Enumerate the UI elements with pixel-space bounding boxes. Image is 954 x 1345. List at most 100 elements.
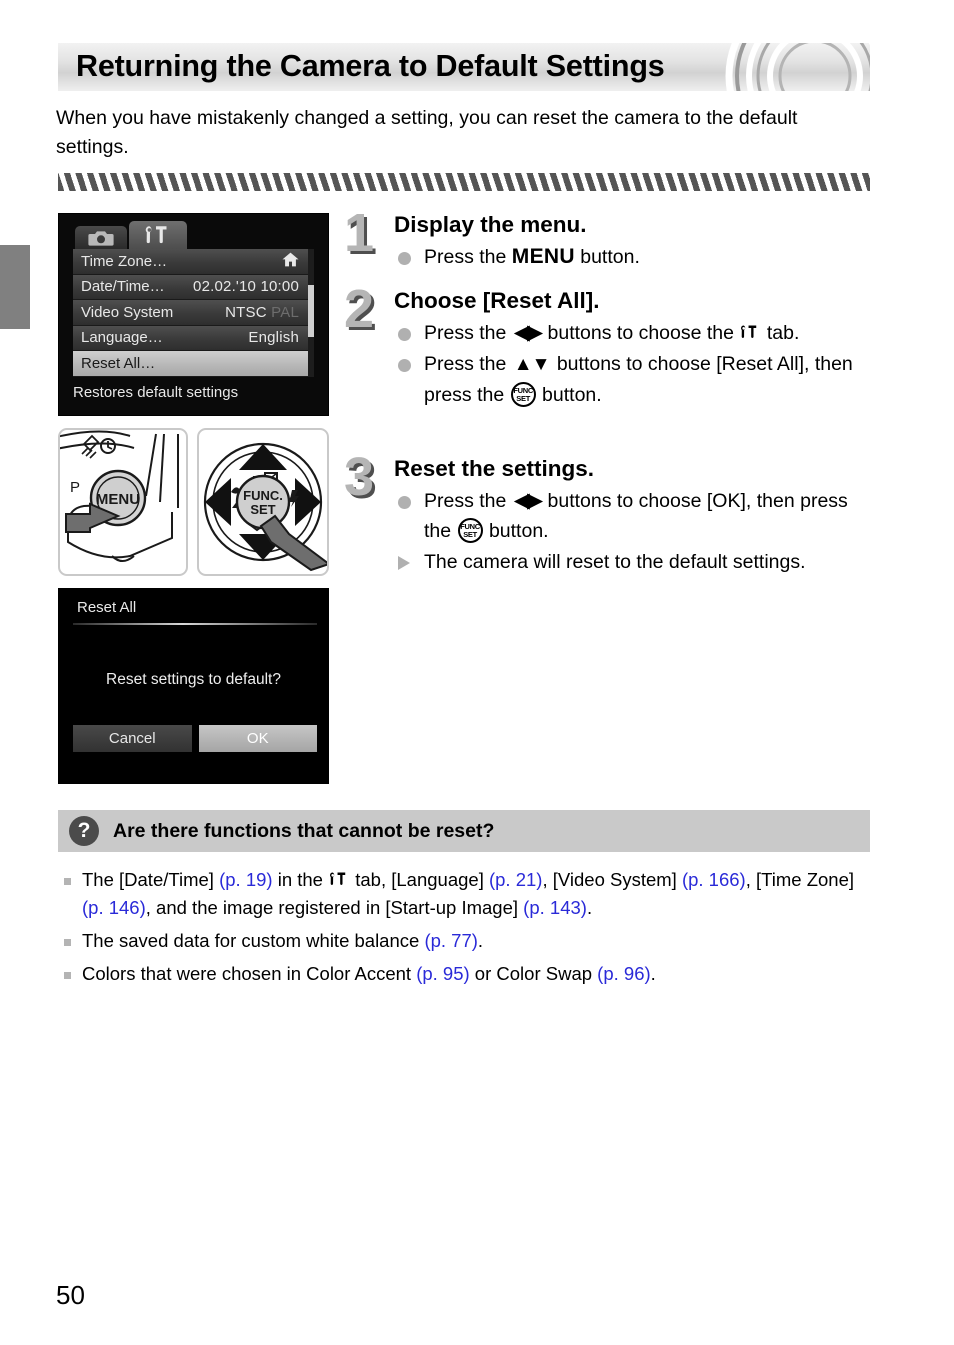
bullet-text-b: button. <box>574 246 640 268</box>
up-down-arrows-icon: ▲▼ <box>513 354 551 375</box>
bullet-text-c: button. <box>536 384 602 406</box>
hatched-divider <box>58 173 870 191</box>
bullet-text-a: Press the <box>424 490 512 512</box>
lcd-row-label: Reset All… <box>81 354 156 372</box>
page-reference-link[interactable]: (p. 96) <box>597 963 650 984</box>
step-number: 1 <box>344 203 375 263</box>
mode-label: P <box>70 479 80 496</box>
step-result: The camera will reset to the default set… <box>394 547 868 577</box>
lcd-row-language[interactable]: Language… English <box>73 325 311 351</box>
lcd-row-video-system[interactable]: Video System NTSC PAL <box>73 300 311 326</box>
bullet-text-a: Press the <box>424 322 512 344</box>
step-title: Display the menu. <box>394 212 587 237</box>
question-mark-icon: ? <box>69 816 99 846</box>
faq-text-a: The [Date/Time] <box>82 869 220 890</box>
page-reference-link[interactable]: (p. 146) <box>82 897 146 918</box>
lcd-menu-screenshot: Time Zone… Date/Time… 02.02.'10 10:00 Vi… <box>58 213 329 416</box>
up-arrow-icon <box>239 444 287 470</box>
intro-paragraph: When you have mistakenly changed a setti… <box>56 107 798 158</box>
faq-text-e: , [Time Zone] <box>745 869 855 890</box>
dialog-title: Reset All <box>77 599 137 616</box>
page-reference-link[interactable]: (p. 21) <box>489 869 542 890</box>
lcd-row-label: Date/Time… <box>81 278 165 296</box>
step-1: 1 Display the menu. Press the MENU butto… <box>344 203 868 272</box>
left-right-arrows-icon: ◀▶ <box>513 489 543 512</box>
bullet-text-b: buttons to choose the <box>542 322 740 344</box>
step-bullet: Press the MENU button. <box>394 242 868 272</box>
chapter-edge-tab <box>0 245 30 329</box>
faq-header-bar: ? Are there functions that cannot be res… <box>58 810 870 852</box>
bullet-text-c: tab. <box>761 322 800 344</box>
lcd-row-label: Time Zone… <box>81 252 168 270</box>
lcd-scrollbar[interactable] <box>308 249 314 377</box>
step-2: 2 Choose [Reset All]. Press the ◀▶ butto… <box>344 279 868 410</box>
step-title: Choose [Reset All]. <box>394 288 600 313</box>
page-reference-link[interactable]: (p. 166) <box>682 869 746 890</box>
cancel-button[interactable]: Cancel <box>73 725 192 752</box>
page-header-banner: Returning the Camera to Default Settings <box>58 43 870 91</box>
step-3: 3 Reset the settings. Press the ◀▶ butto… <box>344 447 868 577</box>
lcd-row-value: NTSC PAL <box>225 304 299 321</box>
lcd-value-ntsc: NTSC <box>225 303 267 321</box>
lcd-hint-text: Restores default settings <box>73 384 239 401</box>
lcd-row-date-time[interactable]: Date/Time… 02.02.'10 10:00 <box>73 274 311 300</box>
faq-item: The [Date/Time] (p. 19) in the tab, [Lan… <box>60 866 872 922</box>
step-title: Reset the settings. <box>394 456 595 481</box>
navigation-pad-illustration: FUNC. SET <box>197 428 329 576</box>
lcd-tab-strip <box>75 221 187 249</box>
page-reference-link[interactable]: (p. 95) <box>416 963 469 984</box>
bullet-dot-icon <box>398 328 411 341</box>
step-number: 3 <box>344 447 375 507</box>
wrench-hammer-icon <box>330 872 346 885</box>
bullet-square-icon <box>64 878 71 885</box>
func-label: FUNC. <box>243 488 283 503</box>
faq-text-d: , [Video System] <box>542 869 682 890</box>
faq-item: Colors that were chosen in Color Accent … <box>60 960 872 988</box>
lcd-row-value <box>282 252 299 271</box>
result-text: The camera will reset to the default set… <box>424 551 806 573</box>
lcd-tab-shooting <box>75 226 127 249</box>
page-reference-link[interactable]: (p. 143) <box>523 897 587 918</box>
camera-icon <box>88 230 114 246</box>
page-reference-link[interactable]: (p. 19) <box>219 869 272 890</box>
faq-text-b: in the <box>272 869 329 890</box>
lcd-confirm-dialog-screenshot: Reset All Reset settings to default? Can… <box>58 588 329 784</box>
lcd-row-label: Language… <box>81 329 163 347</box>
bullet-text-a: Press the <box>424 246 512 268</box>
result-triangle-icon <box>398 556 410 570</box>
faq-text-c: tab, [Language] <box>350 869 489 890</box>
nav-pad-drawing: FUNC. SET <box>203 442 327 572</box>
wrench-hammer-icon <box>145 226 167 244</box>
bullet-dot-icon <box>398 359 411 372</box>
step-bullet: Press the ◀▶ buttons to choose [OK], the… <box>394 486 868 546</box>
step-bullet: Press the ◀▶ buttons to choose the tab. <box>394 318 868 348</box>
faq-text-a: The saved data for custom white balance <box>82 930 425 951</box>
right-arrow-icon <box>295 478 321 526</box>
faq-item-list: The [Date/Time] (p. 19) in the tab, [Lan… <box>60 866 872 993</box>
ok-button[interactable]: OK <box>198 725 317 752</box>
bullet-square-icon <box>64 972 71 979</box>
menu-button-drawing: MENU P <box>60 430 179 562</box>
page-reference-link[interactable]: (p. 77) <box>424 930 477 951</box>
lcd-row-reset-all[interactable]: Reset All… <box>73 351 311 377</box>
dialog-message: Reset settings to default? <box>106 671 281 688</box>
bullet-square-icon <box>64 939 71 946</box>
bullet-dot-icon <box>398 252 411 265</box>
set-label: SET <box>250 502 275 517</box>
lcd-row-label: Video System <box>81 303 174 321</box>
faq-text-c: . <box>650 963 656 984</box>
step-instructions: 1 Display the menu. Press the MENU butto… <box>344 203 868 578</box>
home-icon <box>282 252 299 267</box>
lcd-scrollbar-thumb[interactable] <box>308 285 314 337</box>
faq-text-f: , and the image registered in [Start-up … <box>145 897 524 918</box>
menu-button-glyph: MENU <box>511 245 575 268</box>
lcd-row-time-zone[interactable]: Time Zone… <box>73 249 311 275</box>
lcd-row-value: 02.02.'10 10:00 <box>193 278 299 296</box>
func-icon-bottom: SET <box>463 530 477 539</box>
dialog-divider <box>73 623 317 625</box>
faq-text-b: . <box>477 930 484 951</box>
step-number: 2 <box>344 279 375 339</box>
step-bullet: Press the ▲▼ buttons to choose [Reset Al… <box>394 349 868 410</box>
page-number: 50 <box>56 1280 85 1310</box>
func-icon-bottom: SET <box>516 394 530 403</box>
